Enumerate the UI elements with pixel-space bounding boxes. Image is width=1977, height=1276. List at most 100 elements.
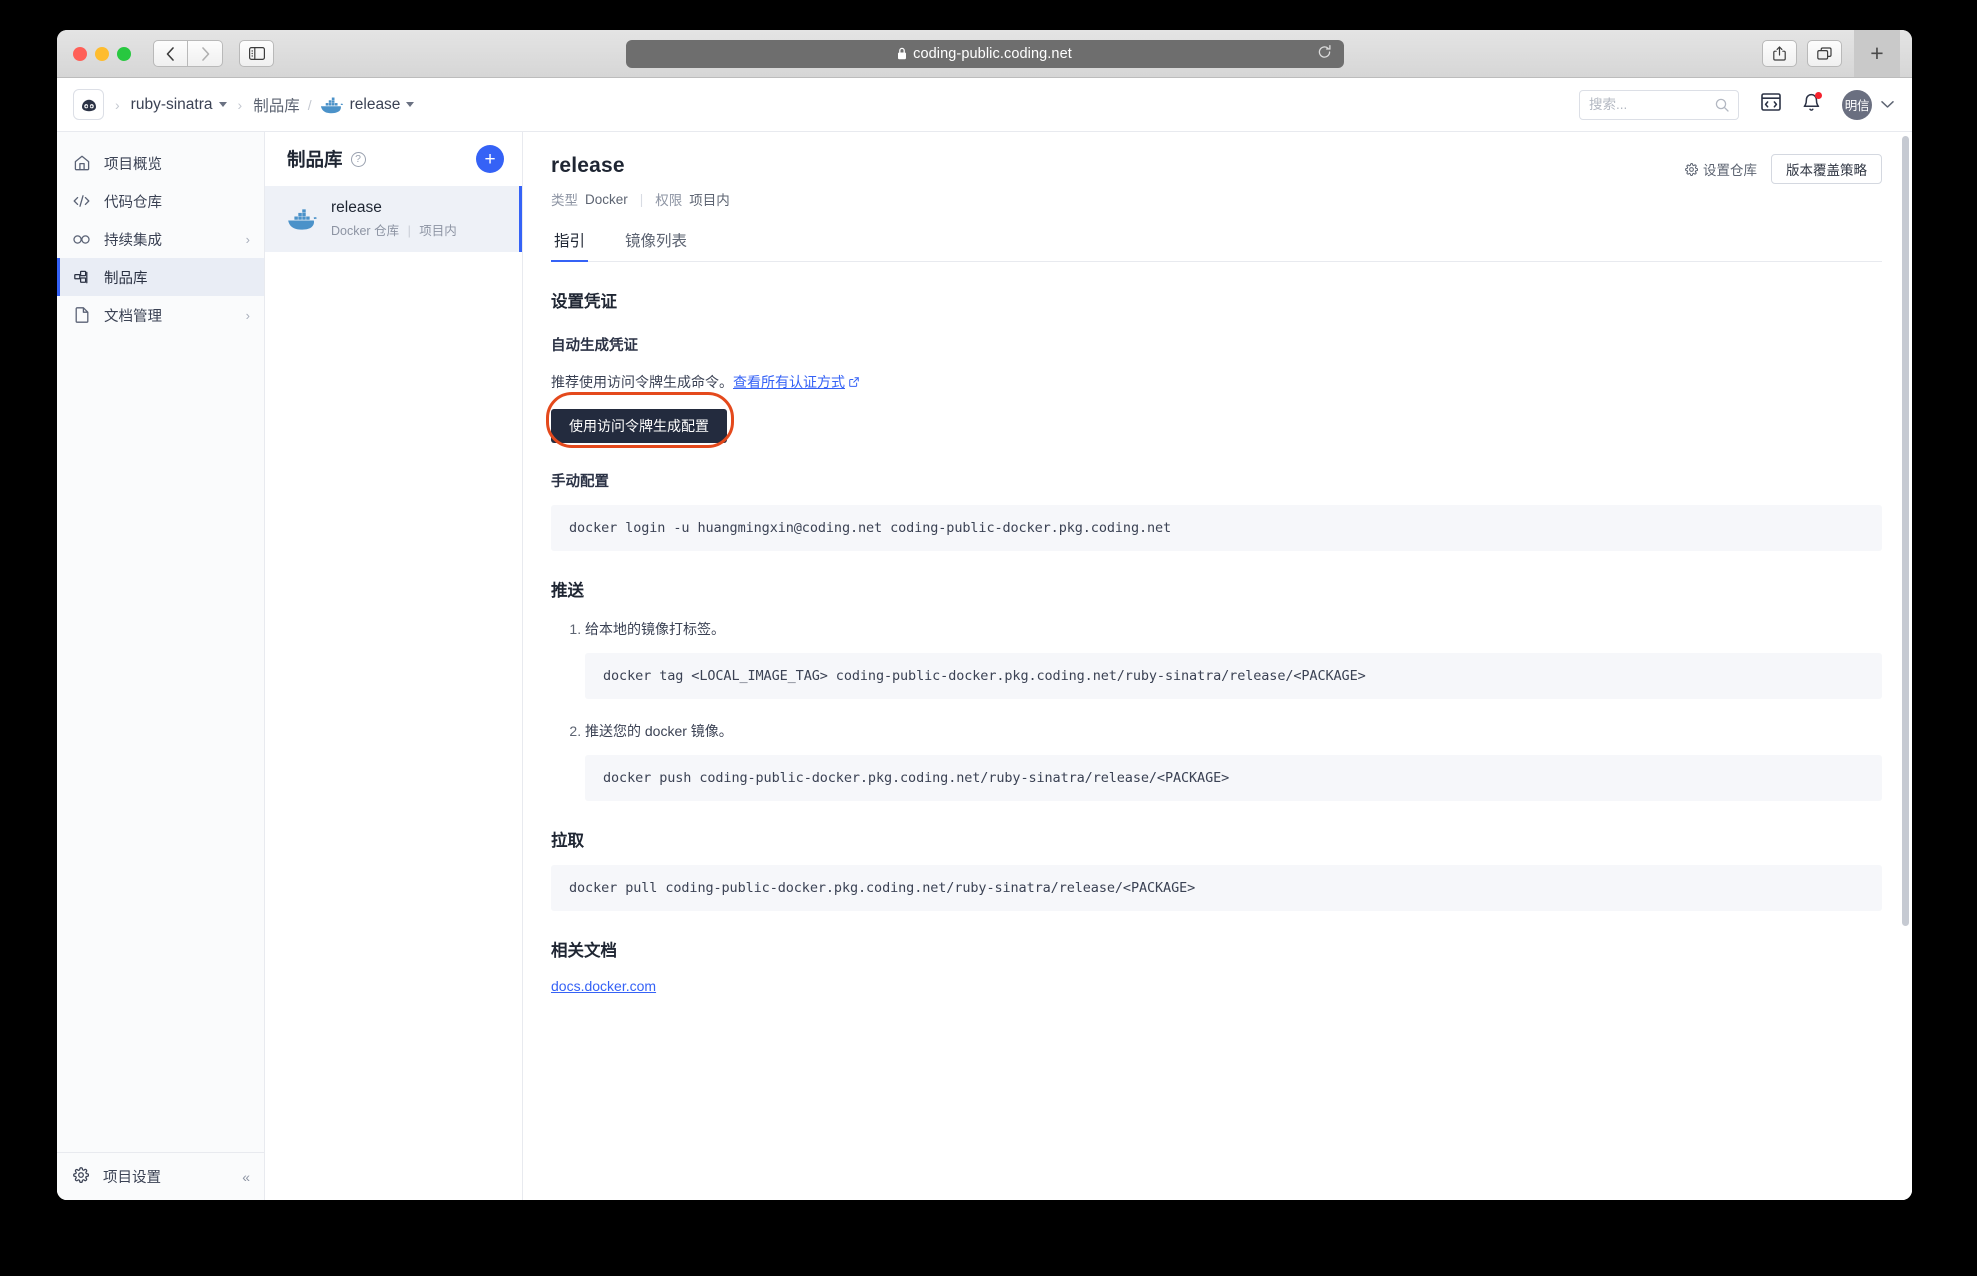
repository-panel: 制品库 ? + (265, 132, 523, 1200)
push-section-title: 推送 (551, 577, 1882, 601)
notification-button[interactable] (1803, 93, 1820, 117)
forward-chevron-icon (201, 47, 210, 61)
docker-docs-link[interactable]: docs.docker.com (551, 978, 656, 994)
view-all-auth-methods-link[interactable]: 查看所有认证方式 (733, 372, 859, 392)
pull-section-title: 拉取 (551, 827, 1882, 851)
docs-link-row: docs.docker.com (551, 978, 1882, 994)
add-repository-button[interactable]: + (476, 145, 504, 173)
repository-list-item[interactable]: release Docker 仓库 | 项目内 (265, 186, 522, 252)
back-chevron-icon (166, 47, 175, 61)
docs-section-title: 相关文档 (551, 937, 1882, 961)
tab-overview-button[interactable] (1807, 40, 1842, 67)
gear-icon (1685, 163, 1698, 176)
repository-panel-title: 制品库 ? (287, 146, 366, 172)
generate-config-with-token-button[interactable]: 使用访问令牌生成配置 (551, 409, 727, 443)
breadcrumb-repository[interactable]: release (320, 96, 415, 114)
sidebar-toggle-button[interactable] (239, 40, 274, 67)
forward-button[interactable] (188, 40, 223, 67)
sidebar-item-label: 制品库 (104, 267, 148, 288)
add-repository-label: + (484, 150, 495, 169)
tab-image-list[interactable]: 镜像列表 (622, 229, 690, 261)
push-step-text: 给本地的镜像打标签。 (585, 615, 1882, 639)
new-tab-button[interactable]: + (1854, 30, 1900, 77)
sidebar: 项目概览 代码仓库 持续集成 › (57, 132, 265, 1200)
settings-repository-label: 设置仓库 (1703, 159, 1757, 179)
header-right: 明信 (1579, 90, 1894, 120)
breadcrumb-artifacts[interactable]: 制品库 (253, 94, 300, 116)
reload-button[interactable] (1317, 44, 1332, 63)
search-input[interactable] (1589, 97, 1709, 112)
sidebar-item-documents[interactable]: 文档管理 › (57, 296, 264, 334)
docker-whale-icon (287, 207, 318, 231)
browser-toolbar: coding-public.coding.net + (57, 30, 1912, 78)
tab-overview-icon (1817, 47, 1832, 61)
home-icon (73, 155, 90, 171)
navigation-buttons (153, 40, 274, 67)
main-inner: release 类型 Docker | 权限 项目内 (523, 132, 1912, 994)
breadcrumb-separator: › (238, 97, 243, 113)
sidebar-item-overview[interactable]: 项目概览 (57, 144, 264, 182)
manual-config-command[interactable]: docker login -u huangmingxin@coding.net … (551, 505, 1882, 551)
user-menu[interactable]: 明信 (1842, 90, 1894, 120)
sidebar-item-label: 文档管理 (104, 305, 162, 326)
tab-image-list-label: 镜像列表 (625, 233, 687, 250)
breadcrumb-repository-label: release (350, 96, 401, 114)
sidebar-item-repositories[interactable]: 代码仓库 (57, 182, 264, 220)
chevron-down-icon (219, 102, 227, 107)
repository-panel-title-text: 制品库 (287, 146, 343, 172)
meta-divider: | (640, 192, 644, 207)
sidebar-spacer (57, 334, 264, 1152)
workspace-icon (1761, 93, 1781, 116)
docker-whale-icon (320, 96, 344, 114)
back-button[interactable] (153, 40, 188, 67)
chevron-right-icon: › (246, 232, 250, 247)
breadcrumb-project[interactable]: ruby-sinatra (131, 96, 227, 114)
main-scrollbar[interactable] (1899, 132, 1912, 1200)
minimize-window-button[interactable] (95, 47, 109, 61)
view-all-auth-methods-label: 查看所有认证方式 (733, 372, 845, 392)
permission-value: 项目内 (689, 189, 730, 209)
meta-divider: | (408, 224, 411, 238)
settings-repository-button[interactable]: 设置仓库 (1685, 159, 1757, 179)
search-box[interactable] (1579, 90, 1739, 120)
repository-list-item-type: Docker 仓库 (331, 224, 399, 238)
tab-guide-label: 指引 (554, 233, 585, 250)
pull-command[interactable]: docker pull coding-public-docker.pkg.cod… (551, 865, 1882, 911)
browser-window: coding-public.coding.net + (57, 30, 1912, 1200)
credentials-section-title: 设置凭证 (551, 288, 1882, 312)
repository-panel-header: 制品库 ? + (265, 132, 522, 186)
code-icon (73, 194, 90, 208)
credentials-description-row: 推荐使用访问令牌生成命令。 查看所有认证方式 (551, 372, 1882, 392)
url-bar[interactable]: coding-public.coding.net (626, 40, 1344, 68)
sidebar-item-ci[interactable]: 持续集成 › (57, 220, 264, 258)
avatar: 明信 (1842, 90, 1872, 120)
credentials-description: 推荐使用访问令牌生成命令。 (551, 372, 733, 392)
workspace-button[interactable] (1761, 93, 1781, 116)
sidebar-item-project-settings[interactable]: 项目设置 « (57, 1152, 264, 1200)
version-override-policy-button[interactable]: 版本覆盖策略 (1771, 154, 1882, 184)
coding-logo-icon[interactable] (73, 89, 104, 120)
share-button[interactable] (1762, 40, 1797, 67)
question-mark-icon[interactable]: ? (351, 152, 366, 167)
permission-label: 权限 (655, 189, 682, 209)
document-icon (73, 307, 90, 323)
lock-icon (897, 47, 907, 60)
sidebar-item-artifacts[interactable]: 制品库 (57, 258, 264, 296)
header-actions: 设置仓库 版本覆盖策略 (1685, 154, 1882, 184)
push-step-command[interactable]: docker tag <LOCAL_IMAGE_TAG> coding-publ… (585, 653, 1882, 699)
share-icon (1773, 46, 1786, 61)
page-title: release (551, 154, 730, 178)
maximize-window-button[interactable] (117, 47, 131, 61)
type-label: 类型 (551, 189, 578, 209)
close-window-button[interactable] (73, 47, 87, 61)
search-icon (1715, 98, 1729, 112)
reload-icon (1317, 44, 1332, 63)
notification-dot (1815, 92, 1822, 99)
sidebar-item-label: 项目概览 (104, 153, 162, 174)
sidebar-item-label: 持续集成 (104, 229, 162, 250)
tab-guide[interactable]: 指引 (551, 229, 588, 261)
push-step-command[interactable]: docker push coding-public-docker.pkg.cod… (585, 755, 1882, 801)
infinity-icon (73, 234, 90, 245)
double-chevron-left-icon[interactable]: « (242, 1169, 250, 1185)
main-scrollbar-thumb[interactable] (1902, 136, 1909, 926)
